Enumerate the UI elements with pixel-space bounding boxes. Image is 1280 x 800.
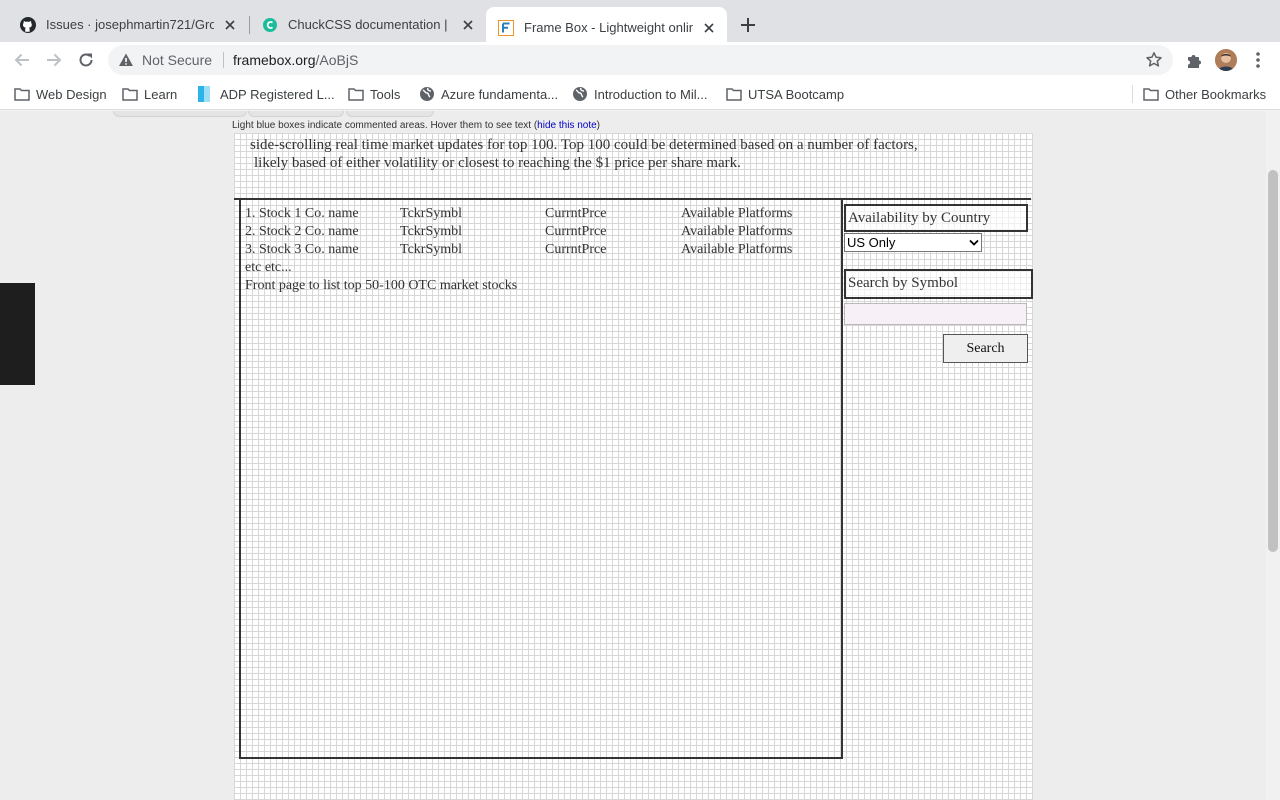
plus-icon bbox=[741, 18, 755, 32]
stock-symbol: TckrSymbl bbox=[400, 242, 463, 257]
adp-icon bbox=[198, 86, 214, 102]
kebab-menu-icon[interactable] bbox=[1252, 50, 1264, 70]
bookmark-adp[interactable]: ADP Registered L... bbox=[198, 84, 335, 104]
bookmark-label: UTSA Bootcamp bbox=[748, 86, 845, 102]
folder-icon bbox=[122, 87, 138, 101]
bookmarks-divider bbox=[1132, 85, 1133, 103]
security-status[interactable]: Not Secure bbox=[142, 52, 212, 68]
bookmark-azure[interactable]: Azure fundamenta... bbox=[419, 84, 558, 104]
bookmark-label: Web Design bbox=[36, 86, 107, 102]
table-row: 1. Stock 1 Co. name TckrSymbl CurrntPrce… bbox=[245, 205, 821, 223]
bookmark-label: Azure fundamenta... bbox=[441, 86, 559, 102]
table-row: 3. Stock 3 Co. name TckrSymbl CurrntPrce… bbox=[245, 241, 821, 259]
stock-price: CurrntPrce bbox=[545, 242, 607, 257]
symbol-search-label: Search by Symbol bbox=[844, 269, 1033, 299]
toolbar-fragment bbox=[113, 111, 247, 117]
description-line: side-scrolling real time market updates … bbox=[250, 137, 918, 153]
chuckcss-icon bbox=[262, 17, 278, 33]
tab-title: Frame Box - Lightweight online bbox=[524, 20, 693, 35]
bookmark-other[interactable]: Other Bookmarks bbox=[1143, 84, 1266, 104]
framebox-icon bbox=[498, 19, 514, 36]
tab-title: Issues · josephmartin721/Group bbox=[46, 17, 214, 32]
description-text: side-scrolling real time market updates … bbox=[250, 136, 918, 172]
url-path: /AoBjS bbox=[315, 52, 359, 68]
forward-button[interactable] bbox=[42, 50, 66, 70]
stock-symbol: TckrSymbl bbox=[400, 206, 463, 221]
bookmark-label: Learn bbox=[144, 86, 178, 102]
tab-issues[interactable]: Issues · josephmartin721/Group bbox=[8, 7, 248, 42]
profile-avatar[interactable] bbox=[1215, 49, 1237, 71]
folder-icon bbox=[726, 87, 742, 101]
comment-note: Light blue boxes indicate commented area… bbox=[232, 120, 600, 131]
stock-platforms: Available Platforms bbox=[681, 206, 793, 221]
tab-title: ChuckCSS documentation | Ho bbox=[288, 17, 452, 32]
note-close-paren: ) bbox=[596, 120, 601, 131]
tab-chuckcss[interactable]: ChuckCSS documentation | Ho bbox=[250, 7, 486, 42]
omnibox-divider bbox=[223, 52, 224, 68]
chevron-down-icon bbox=[969, 235, 979, 250]
stock-symbol: TckrSymbl bbox=[400, 224, 463, 239]
side-panel-tab[interactable] bbox=[0, 283, 35, 385]
close-icon[interactable] bbox=[460, 17, 476, 33]
close-icon[interactable] bbox=[222, 17, 238, 33]
stock-list: 1. Stock 1 Co. name TckrSymbl CurrntPrce… bbox=[245, 205, 821, 295]
new-tab-button[interactable] bbox=[736, 13, 760, 37]
note-text: Light blue boxes indicate commented area… bbox=[232, 120, 538, 131]
bookmark-label: ADP Registered L... bbox=[220, 86, 335, 102]
description-line: likely based of either volatility or clo… bbox=[254, 155, 741, 171]
github-icon bbox=[20, 16, 36, 33]
stock-name: 1. Stock 1 Co. name bbox=[245, 206, 359, 221]
bookmark-tools[interactable]: Tools bbox=[348, 84, 400, 104]
reload-button[interactable] bbox=[74, 50, 98, 70]
country-filter-label: Availability by Country bbox=[844, 204, 1028, 232]
reload-icon bbox=[79, 53, 93, 67]
bookmark-label: Other Bookmarks bbox=[1165, 86, 1267, 102]
folder-icon bbox=[348, 87, 364, 101]
search-button[interactable]: Search bbox=[943, 334, 1028, 363]
bookmark-intro[interactable]: Introduction to Mil... bbox=[572, 84, 707, 104]
symbol-search-input[interactable] bbox=[844, 303, 1027, 325]
country-select[interactable]: US Only bbox=[844, 233, 982, 252]
url-host: framebox.org bbox=[233, 52, 316, 68]
country-selected-value: US Only bbox=[847, 235, 896, 250]
stock-price: CurrntPrce bbox=[545, 206, 607, 221]
back-button[interactable] bbox=[10, 50, 34, 70]
url-text[interactable]: framebox.org/AoBjS bbox=[233, 52, 358, 68]
globe-icon bbox=[419, 87, 435, 101]
toolbar-fragment bbox=[346, 111, 434, 117]
bookmark-star-icon[interactable] bbox=[1145, 51, 1163, 69]
globe-icon bbox=[572, 87, 588, 101]
stock-price: CurrntPrce bbox=[545, 224, 607, 239]
arrow-left-icon bbox=[14, 53, 29, 67]
bookmark-learn[interactable]: Learn bbox=[122, 84, 177, 104]
arrow-right-icon bbox=[47, 53, 62, 67]
stock-platforms: Available Platforms bbox=[681, 224, 793, 239]
toolbar-fragment bbox=[248, 111, 344, 117]
bookmark-utsa[interactable]: UTSA Bootcamp bbox=[726, 84, 844, 104]
stock-platforms: Available Platforms bbox=[681, 242, 793, 257]
table-row: 2. Stock 2 Co. name TckrSymbl CurrntPrce… bbox=[245, 223, 821, 241]
bookmark-label: Introduction to Mil... bbox=[594, 86, 708, 102]
folder-icon bbox=[14, 87, 30, 101]
scrollbar-thumb[interactable] bbox=[1268, 170, 1278, 552]
hide-note-link[interactable]: hide this note bbox=[537, 120, 597, 131]
puzzle-icon[interactable] bbox=[1185, 51, 1203, 69]
close-icon[interactable] bbox=[701, 20, 717, 36]
bookmark-label: Tools bbox=[370, 86, 401, 102]
list-footer: Front page to list top 50-100 OTC market… bbox=[245, 278, 518, 293]
folder-icon bbox=[1143, 87, 1159, 101]
stock-name: 2. Stock 2 Co. name bbox=[245, 224, 359, 239]
bookmark-web-design[interactable]: Web Design bbox=[14, 84, 107, 104]
stock-name: 3. Stock 3 Co. name bbox=[245, 242, 359, 257]
warning-icon[interactable] bbox=[118, 52, 134, 68]
list-etc: etc etc... bbox=[245, 260, 292, 275]
